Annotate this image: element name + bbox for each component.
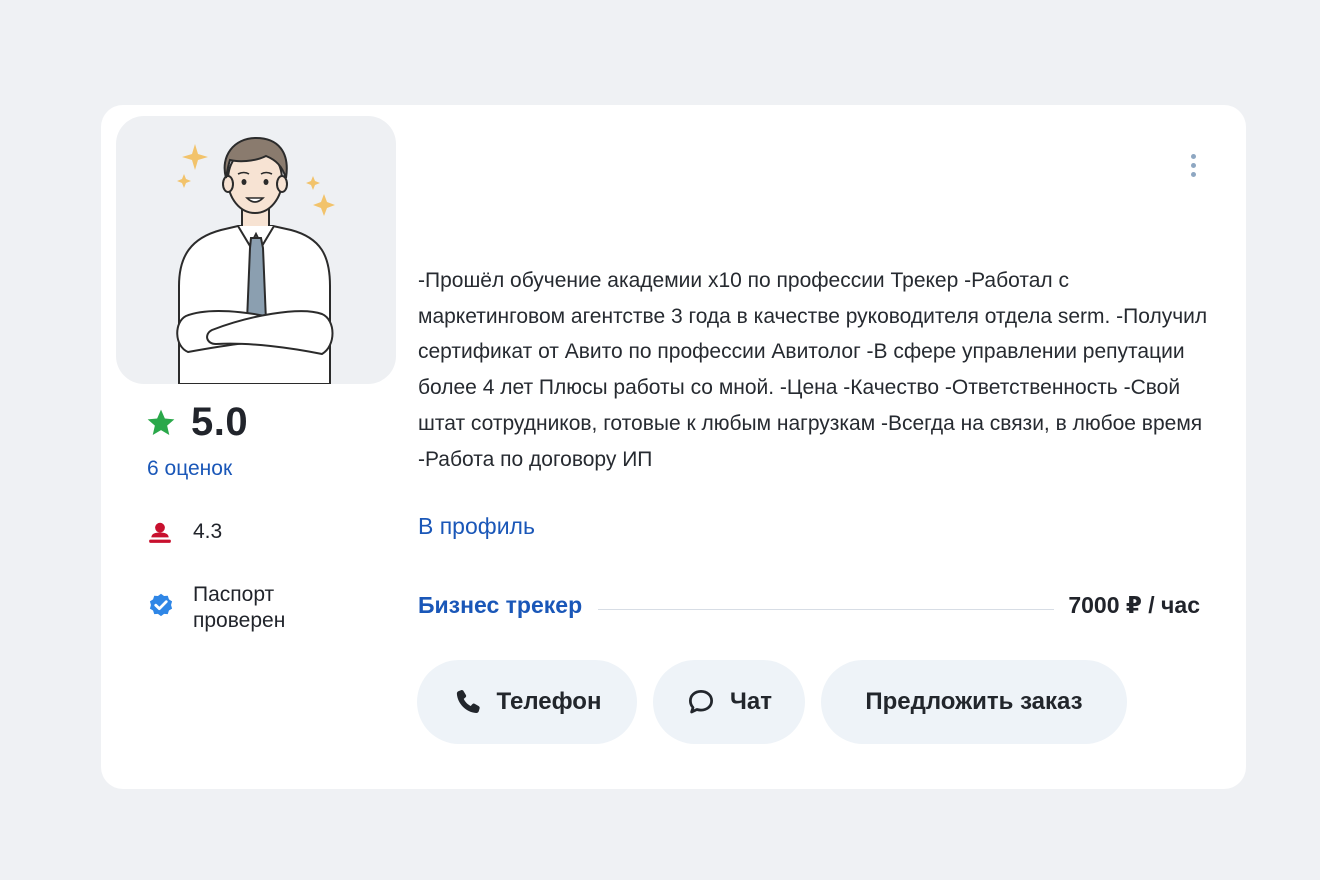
more-vertical-icon[interactable] <box>1183 151 1203 185</box>
action-buttons: Телефон Чат Предложить заказ <box>417 660 1143 744</box>
avatar-illustration <box>176 136 335 384</box>
service-price: 7000 ₽ / час <box>1068 591 1200 618</box>
phone-button-label: Телефон <box>496 688 602 715</box>
secondary-rating: 4.3 <box>147 519 222 545</box>
chat-button[interactable]: Чат <box>653 660 805 744</box>
chat-button-label: Чат <box>730 688 772 715</box>
verified-badge-icon <box>149 593 173 617</box>
avatar[interactable] <box>116 116 396 384</box>
passport-line2: проверен <box>193 609 286 632</box>
star-icon <box>147 409 175 435</box>
person-icon <box>149 522 171 543</box>
service-row: Бизнес трекер 7000 ₽ / час <box>418 587 1200 623</box>
passport-text: Паспорт проверен <box>193 582 333 634</box>
rating-value: 5.0 <box>191 400 249 444</box>
chat-bubble-icon <box>689 690 714 714</box>
reviews-link[interactable]: 6 оценок <box>147 457 232 481</box>
propose-order-label: Предложить заказ <box>865 688 1083 715</box>
service-divider <box>598 608 1055 610</box>
passport-verified: Паспорт проверен <box>147 582 333 634</box>
phone-icon <box>456 690 480 714</box>
secondary-rating-value: 4.3 <box>193 520 223 543</box>
phone-button[interactable]: Телефон <box>417 660 637 744</box>
propose-order-button[interactable]: Предложить заказ <box>821 660 1127 744</box>
profile-link[interactable]: В профиль <box>418 513 535 540</box>
specialist-card: 5.0 6 оценок 4.3 Паспорт проверен -Прошё… <box>101 105 1246 789</box>
rating-block: 5.0 <box>145 400 248 445</box>
specialist-description: -Прошёл обучение академии x10 по професс… <box>418 269 1208 471</box>
passport-line1: Паспорт <box>193 583 275 606</box>
service-name[interactable]: Бизнес трекер <box>418 592 582 619</box>
